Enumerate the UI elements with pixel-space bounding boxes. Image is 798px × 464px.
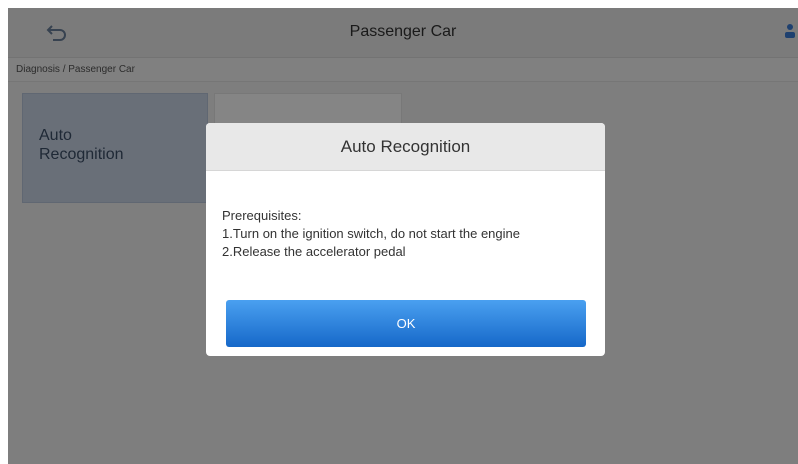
dialog-title: Auto Recognition — [340, 137, 471, 156]
auto-recognition-dialog: Auto Recognition Prerequisites: 1.Turn o… — [206, 123, 605, 356]
prerequisite-step-1: 1.Turn on the ignition switch, do not st… — [222, 226, 520, 241]
dialog-message: Prerequisites: 1.Turn on the ignition sw… — [222, 207, 592, 261]
ok-button[interactable]: OK — [226, 300, 586, 347]
prerequisites-heading: Prerequisites: — [222, 208, 302, 223]
app-screen: Passenger Car Diagnosis / Passenger Car … — [8, 8, 798, 464]
prerequisite-step-2: 2.Release the accelerator pedal — [222, 244, 406, 259]
dialog-header: Auto Recognition — [206, 123, 605, 171]
